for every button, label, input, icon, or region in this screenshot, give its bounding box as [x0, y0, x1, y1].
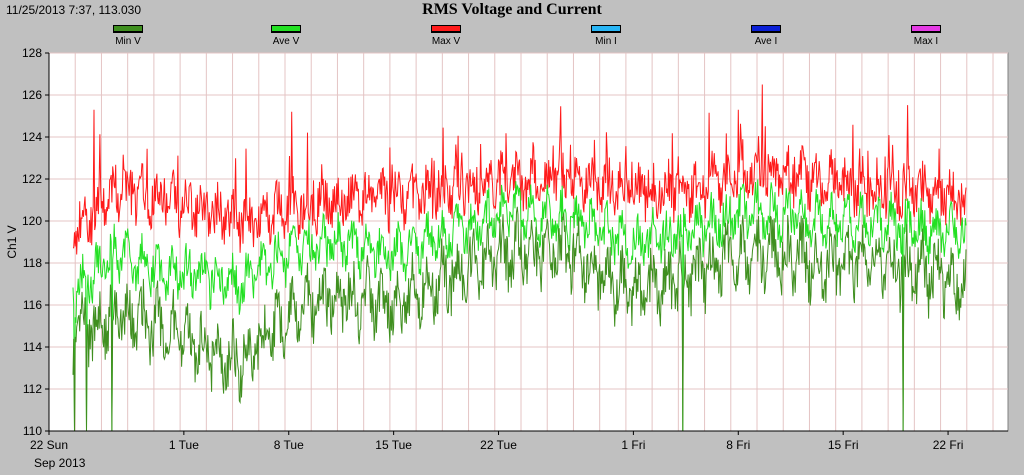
x-tick-label: 22 Sun — [30, 438, 68, 452]
y-axis-label: Ch1 V — [5, 225, 19, 258]
x-tick-label: 8 Fri — [726, 438, 750, 452]
y-tick-label: 112 — [23, 382, 42, 396]
y-tick-label: 126 — [22, 88, 42, 102]
y-tick-label: 114 — [23, 340, 42, 354]
chart-canvas[interactable]: 110 112 114 116 118 120 122 124 126 128 22 Sun 1 Tu… — [0, 0, 1024, 475]
y-tick-label: 118 — [23, 256, 42, 270]
x-axis-start-label: Sep 2013 — [34, 456, 86, 470]
y-tick-label: 120 — [22, 214, 42, 228]
x-tick-label: 1 Tue — [169, 438, 199, 452]
x-tick-label: 1 Fri — [621, 438, 645, 452]
x-tick-label: 22 Fri — [933, 438, 964, 452]
x-tick-label: 8 Tue — [274, 438, 304, 452]
x-tick-label: 22 Tue — [480, 438, 517, 452]
y-tick-label: 116 — [23, 298, 42, 312]
x-tick-label: 15 Tue — [375, 438, 412, 452]
y-tick-label: 110 — [23, 424, 42, 438]
x-tick-label: 15 Fri — [828, 438, 859, 452]
y-tick-label: 122 — [22, 172, 42, 186]
y-tick-label: 124 — [22, 130, 42, 144]
y-tick-label: 128 — [22, 46, 42, 60]
